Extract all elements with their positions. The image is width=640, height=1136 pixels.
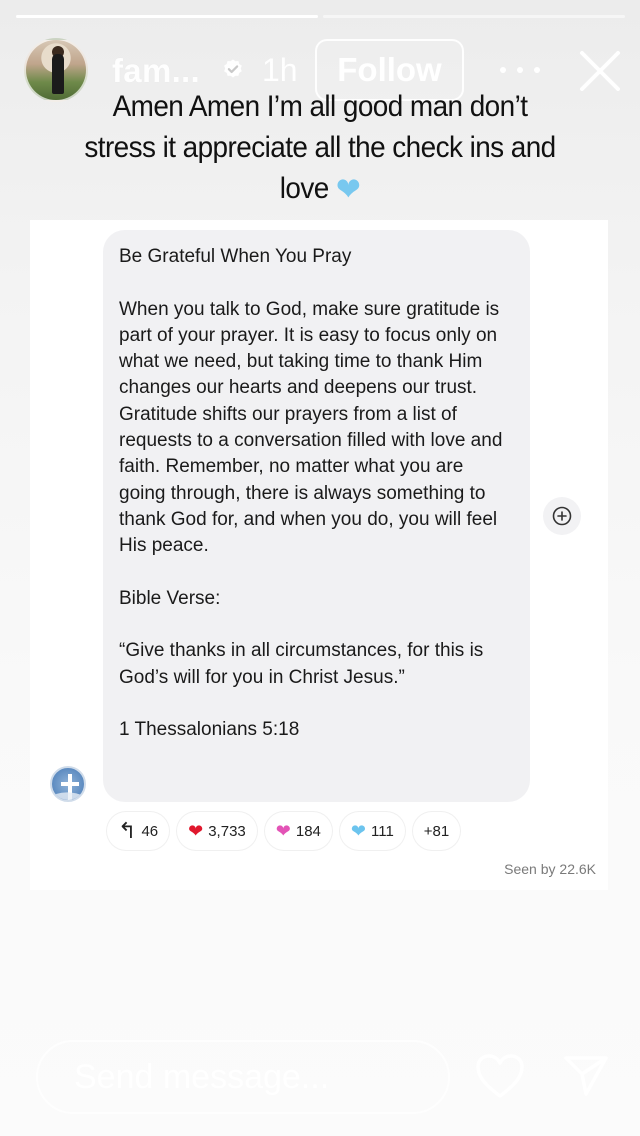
reaction-count: 184 xyxy=(295,822,321,840)
reaction-blue-heart[interactable]: ❤ 111 xyxy=(339,812,405,850)
message-body: When you talk to God, make sure gratitud… xyxy=(119,298,503,557)
reaction-count: +81 xyxy=(423,822,450,840)
reaction-pink-heart[interactable]: ❤ 184 xyxy=(264,812,332,850)
post-time: 1h xyxy=(262,52,298,88)
message-bubble[interactable]: Be Grateful When You Pray When you talk … xyxy=(103,230,530,802)
username[interactable]: fam... xyxy=(112,52,200,90)
more-options-icon[interactable] xyxy=(500,52,540,88)
light-blue-heart-icon: ❤ xyxy=(335,171,361,207)
like-heart-icon[interactable] xyxy=(474,1052,526,1100)
reaction-bar: ↰ 46 ❤ 3,733 ❤ 184 ❤ 111 +81 xyxy=(107,812,461,850)
reply-arrow-icon: ↰ xyxy=(118,818,137,843)
send-arrow-icon[interactable] xyxy=(562,1050,610,1098)
send-message-input[interactable] xyxy=(36,1040,450,1114)
close-icon[interactable] xyxy=(574,45,626,97)
caption-text: Amen Amen I’m all good man don’t stress … xyxy=(84,90,556,205)
verse-reference: 1 Thessalonians 5:18 xyxy=(119,719,300,741)
verse-label: Bible Verse: xyxy=(119,587,221,609)
story-progress-bar-2 xyxy=(323,15,625,18)
pink-heart-icon: ❤ xyxy=(275,821,291,841)
reaction-count: 3,733 xyxy=(208,822,246,840)
seen-count: Seen by 22.6K xyxy=(504,861,596,877)
reaction-replies[interactable]: ↰ 46 xyxy=(107,812,170,850)
add-emoji-icon xyxy=(552,506,572,526)
story-progress-bar-1 xyxy=(16,15,318,18)
red-heart-icon: ❤ xyxy=(188,821,204,841)
reaction-count: 111 xyxy=(370,822,394,840)
verse-text: “Give thanks in all circumstances, for t… xyxy=(119,640,484,688)
add-reaction-button[interactable] xyxy=(543,497,581,535)
reaction-more[interactable]: +81 xyxy=(412,812,461,850)
message-title: Be Grateful When You Pray xyxy=(119,246,352,267)
reaction-red-heart[interactable]: ❤ 3,733 xyxy=(177,812,257,850)
reaction-count: 46 xyxy=(141,822,159,840)
light-blue-heart-icon: ❤ xyxy=(350,821,366,841)
story-caption: Amen Amen I’m all good man don’t stress … xyxy=(78,86,562,210)
sender-avatar[interactable] xyxy=(50,766,86,802)
verified-badge-icon xyxy=(224,59,242,78)
